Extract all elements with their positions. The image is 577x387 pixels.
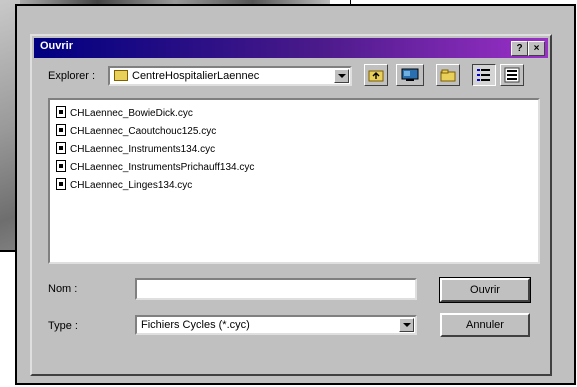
help-button[interactable]: ?	[511, 41, 528, 56]
list-item[interactable]: CHLaennec_Linges134.cyc	[56, 178, 192, 194]
title-bar[interactable]: Ouvrir ? ×	[34, 38, 548, 58]
lookin-label: Explorer :	[48, 70, 96, 82]
details-view-icon	[504, 67, 520, 83]
close-button[interactable]: ×	[528, 41, 545, 56]
list-view-button[interactable]	[472, 64, 496, 86]
filename-input[interactable]	[135, 278, 417, 300]
filetype-value: Fichiers Cycles (*.cyc)	[141, 319, 250, 331]
dialog-title: Ouvrir	[40, 40, 74, 52]
new-folder-button[interactable]	[436, 64, 460, 86]
file-icon	[56, 142, 66, 155]
help-icon: ?	[516, 43, 523, 54]
cancel-button[interactable]: Annuler	[440, 313, 530, 337]
details-view-button[interactable]	[500, 64, 524, 86]
file-icon	[56, 124, 66, 137]
filetype-dropdown[interactable]: Fichiers Cycles (*.cyc)	[135, 315, 417, 335]
close-icon: ×	[533, 43, 540, 54]
file-icon	[56, 178, 66, 191]
lookin-dropdown[interactable]: CentreHospitalierLaennec	[108, 66, 352, 86]
file-name: CHLaennec_BowieDick.cyc	[70, 108, 193, 119]
filetype-label: Type :	[48, 320, 78, 332]
up-folder-button[interactable]	[364, 64, 388, 86]
new-folder-icon	[440, 69, 456, 82]
lookin-value: CentreHospitalierLaennec	[132, 70, 260, 82]
desktop-button[interactable]	[396, 64, 424, 86]
list-item[interactable]: CHLaennec_InstrumentsPrichauff134.cyc	[56, 160, 254, 176]
file-name: CHLaennec_Linges134.cyc	[70, 180, 193, 191]
file-name: CHLaennec_InstrumentsPrichauff134.cyc	[70, 162, 255, 173]
open-button[interactable]: Ouvrir	[439, 277, 531, 303]
up-folder-icon	[368, 70, 384, 82]
file-icon	[56, 106, 66, 119]
file-name: CHLaennec_Instruments134.cyc	[70, 144, 216, 155]
desktop-icon	[401, 68, 419, 81]
list-view-icon	[477, 69, 490, 81]
file-name: CHLaennec_Caoutchouc125.cyc	[70, 126, 217, 137]
list-item[interactable]: CHLaennec_Instruments134.cyc	[56, 142, 215, 158]
chevron-down-icon[interactable]	[399, 318, 414, 332]
file-list[interactable]: CHLaennec_BowieDick.cyc CHLaennec_Caoutc…	[48, 98, 540, 264]
file-icon	[56, 160, 66, 173]
list-item[interactable]: CHLaennec_BowieDick.cyc	[56, 106, 193, 122]
list-item[interactable]: CHLaennec_Caoutchouc125.cyc	[56, 124, 216, 140]
folder-icon	[114, 70, 128, 81]
chevron-down-icon[interactable]	[334, 69, 349, 83]
filename-label: Nom :	[48, 283, 78, 295]
